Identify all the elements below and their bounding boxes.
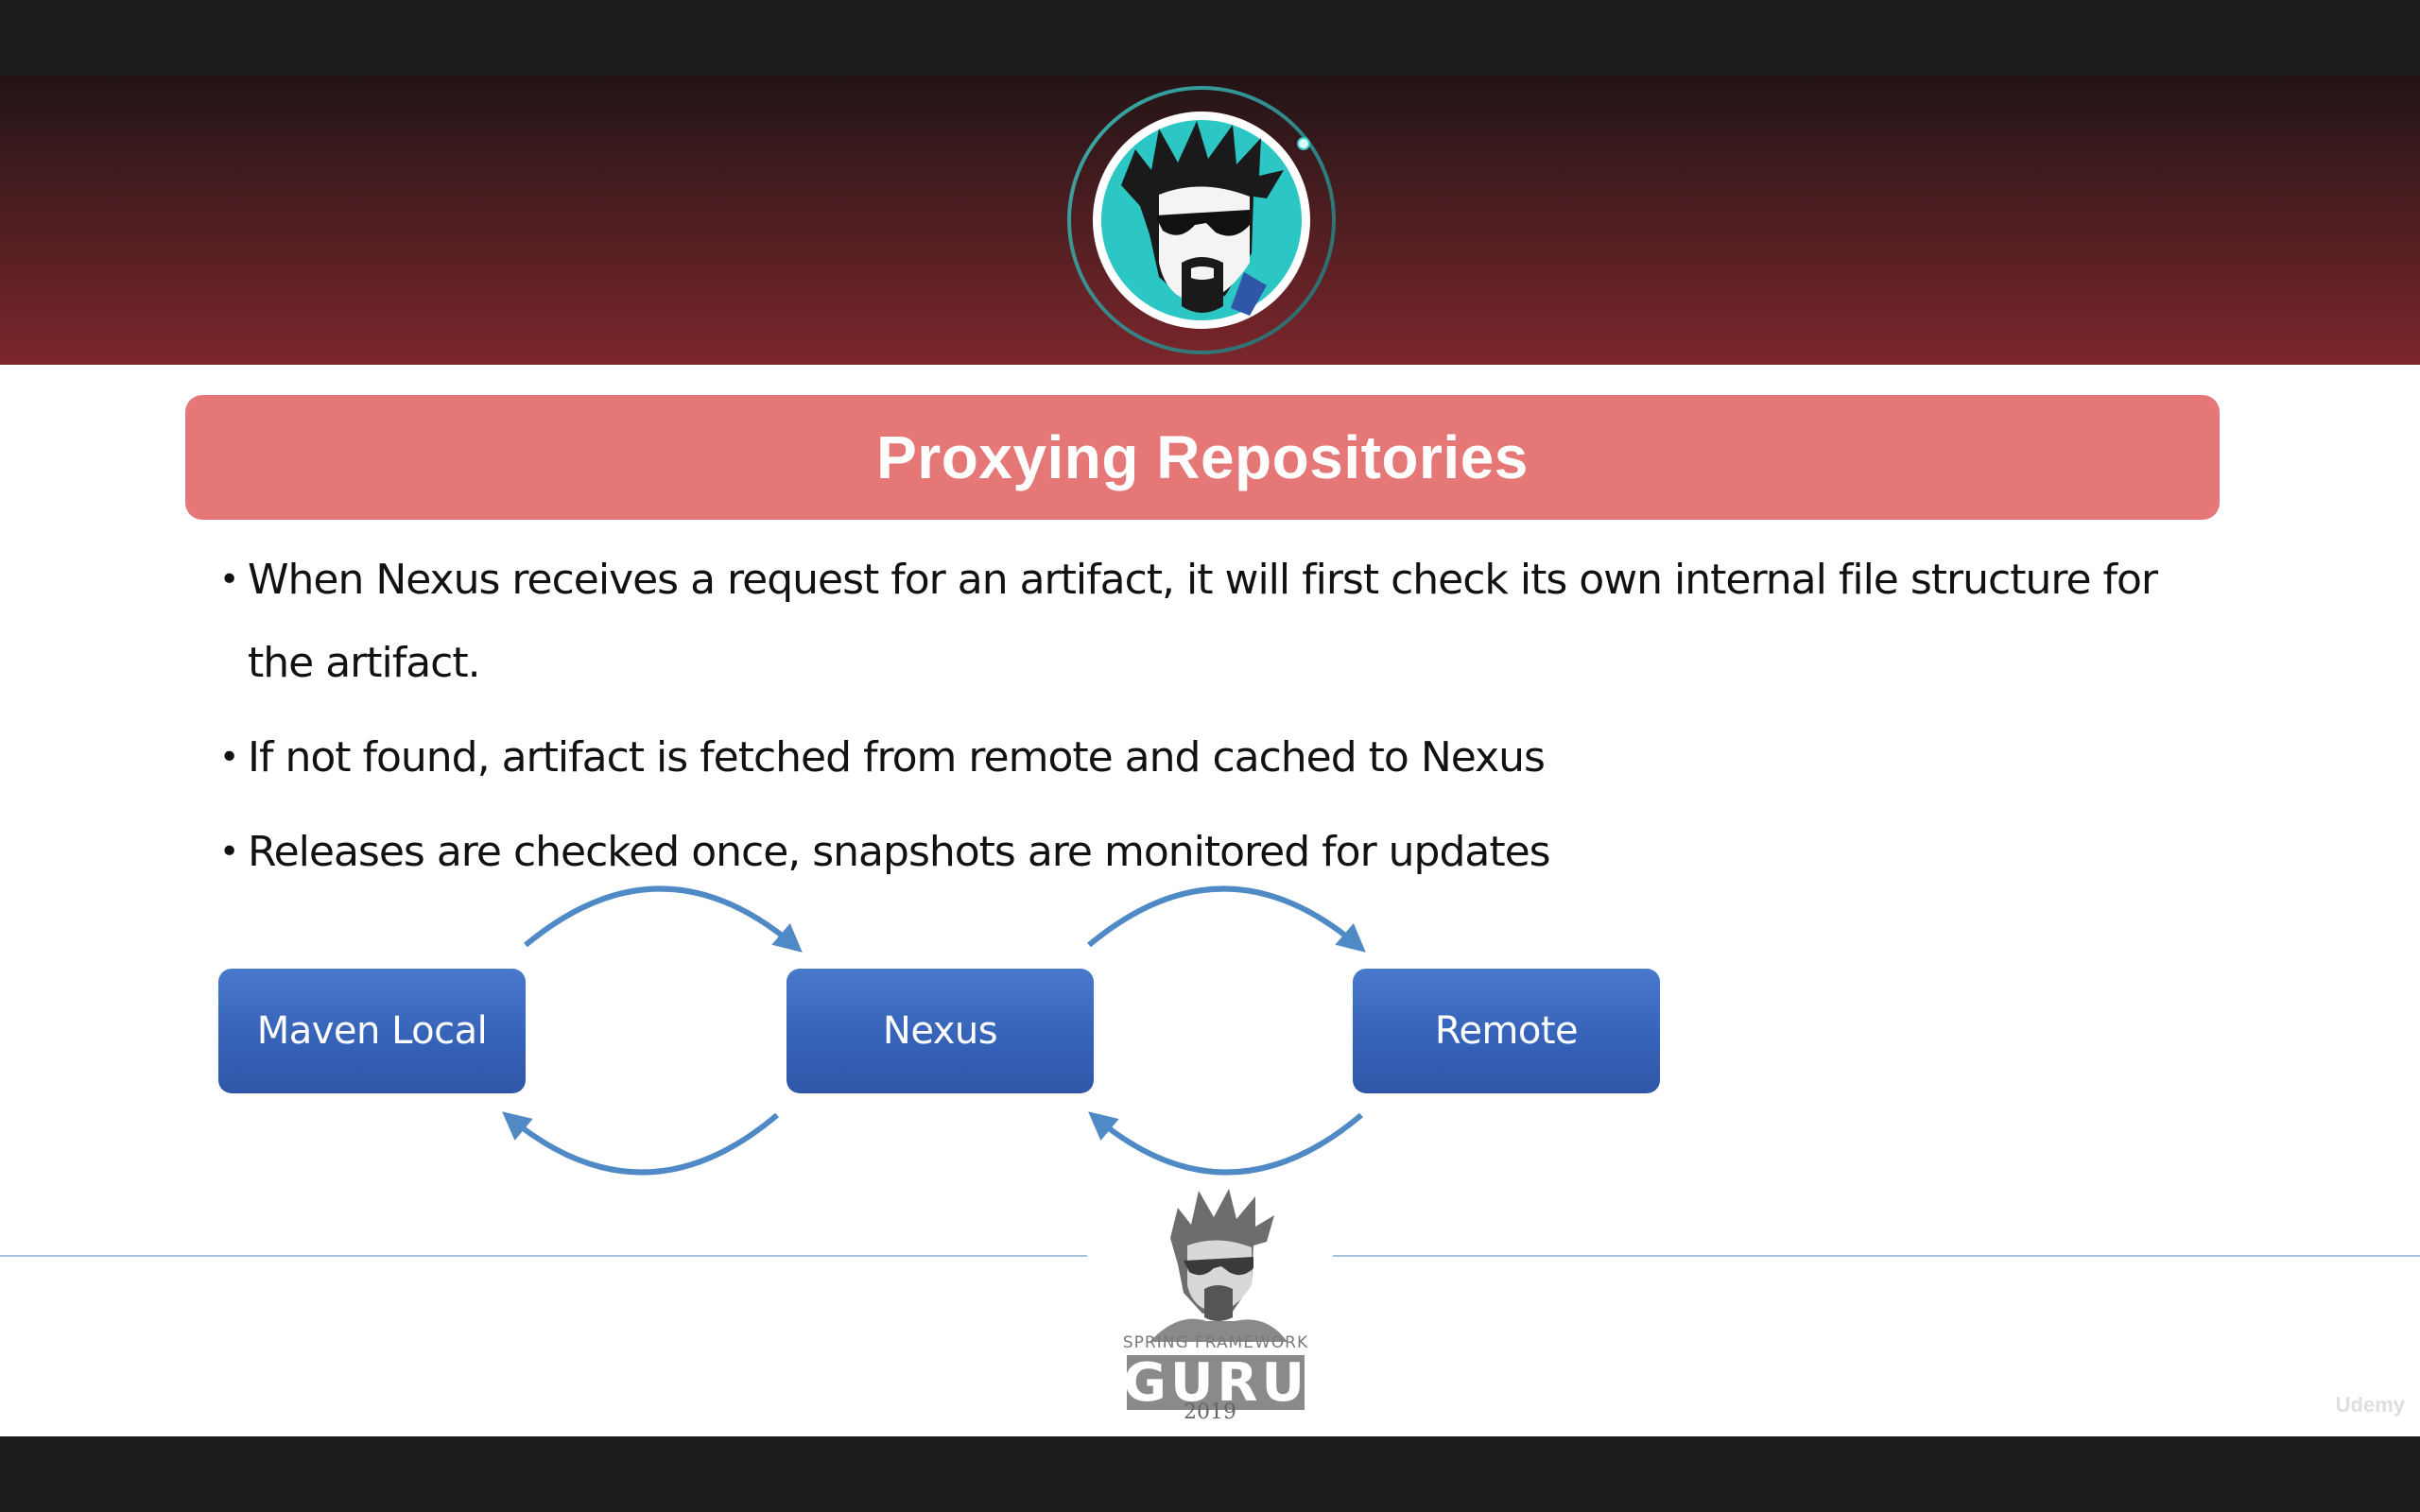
bullet-text: If not found, artifact is fetched from r…	[248, 733, 1546, 782]
bullet-text: When Nexus receives a request for an art…	[248, 556, 2158, 604]
footer-divider	[0, 1255, 1087, 1257]
udemy-logo-icon: Udemy	[2335, 1393, 2405, 1417]
nexus-box: Nexus	[786, 969, 1094, 1093]
slide-title-banner: Proxying Repositories	[185, 395, 2220, 520]
player-top-bar	[0, 0, 2420, 76]
arrow-remote-to-nexus	[1088, 1111, 1363, 1176]
box-label: Maven Local	[256, 1009, 488, 1053]
bullet-item: • Releases are checked once, snapshots a…	[219, 811, 2204, 894]
footer-divider	[1333, 1255, 2420, 1257]
box-label: Nexus	[882, 1009, 998, 1053]
player-bottom-bar	[0, 1436, 2420, 1512]
maven-local-box: Maven Local	[218, 969, 526, 1093]
remote-box: Remote	[1353, 969, 1660, 1093]
bullet-text-continued: the artifact.	[248, 639, 481, 687]
bullet-dot: •	[219, 738, 239, 777]
guru-logo-icon: SPRING FRAMEWORK GURU	[1112, 1179, 1320, 1425]
slide-title: Proxying Repositories	[876, 423, 1529, 491]
bullet-dot: •	[219, 833, 239, 871]
bullet-item: • If not found, artifact is fetched from…	[219, 716, 2204, 799]
box-label: Remote	[1434, 1009, 1579, 1053]
lecture-slide: Proxying Repositories • When Nexus recei…	[0, 76, 2420, 1436]
bullet-list: • When Nexus receives a request for an a…	[219, 539, 2204, 905]
arrow-nexus-to-maven	[502, 1111, 779, 1176]
bullet-item: • When Nexus receives a request for an a…	[219, 539, 2204, 705]
logo-line1: SPRING FRAMEWORK	[1123, 1333, 1308, 1352]
instructor-avatar-icon	[1064, 83, 1339, 357]
logo-year: 2019	[1184, 1400, 1236, 1424]
bullet-dot: •	[219, 560, 239, 599]
bullet-text: Releases are checked once, snapshots are…	[248, 828, 1551, 876]
